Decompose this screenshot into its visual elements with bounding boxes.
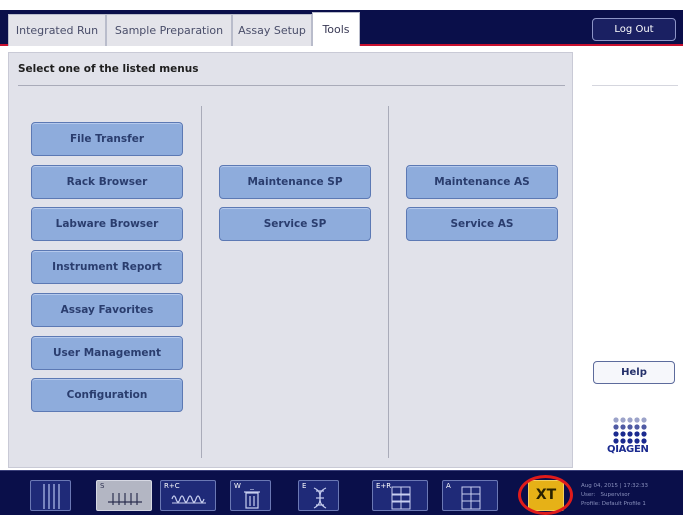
module-letter: S [100, 482, 105, 490]
module-letter: A [446, 482, 451, 490]
module-letter: R+C [164, 482, 180, 490]
configuration-button[interactable]: Configuration [31, 378, 183, 412]
service-as-button[interactable]: Service AS [406, 207, 558, 241]
side-divider [592, 85, 678, 86]
column-divider-2 [388, 106, 389, 458]
column-divider-1 [201, 106, 202, 458]
rack-browser-button[interactable]: Rack Browser [31, 165, 183, 199]
assay-favorites-button[interactable]: Assay Favorites [31, 293, 183, 327]
status-user-value: Supervisor [600, 492, 630, 498]
waste-bin-icon [244, 489, 260, 509]
page-title: Select one of the listed menus [18, 63, 199, 75]
maintenance-as-button[interactable]: Maintenance AS [406, 165, 558, 199]
module-waste[interactable]: W [230, 480, 271, 511]
tab-assay-setup[interactable]: Assay Setup [232, 14, 312, 46]
module-letter: E+R [376, 482, 392, 490]
status-profile-label: Profile: [581, 501, 600, 507]
status-info: Aug 04, 2015 | 17:32:33 User: Supervisor… [581, 482, 648, 509]
log-out-button[interactable]: Log Out [592, 18, 676, 41]
tab-tools[interactable]: Tools [312, 12, 360, 46]
module-letter: W [234, 482, 241, 490]
module-reagents[interactable]: R+C [160, 480, 216, 511]
module-assay[interactable]: A [442, 480, 498, 511]
module-rack[interactable] [30, 480, 71, 511]
service-sp-button[interactable]: Service SP [219, 207, 371, 241]
status-profile: Profile: Default Profile 1 [581, 500, 648, 509]
title-divider [18, 85, 565, 86]
rack-icon [43, 484, 60, 509]
module-extraction[interactable]: E [298, 480, 339, 511]
qiagen-logo-text: QIAGEN [607, 444, 649, 455]
labware-browser-button[interactable]: Labware Browser [31, 207, 183, 241]
module-letter: E [302, 482, 307, 490]
tab-sample-preparation[interactable]: Sample Preparation [106, 14, 232, 46]
file-transfer-button[interactable]: File Transfer [31, 122, 183, 156]
status-datetime: Aug 04, 2015 | 17:32:33 [581, 483, 649, 489]
module-eluate[interactable]: E+R [372, 480, 428, 511]
user-management-button[interactable]: User Management [31, 336, 183, 370]
dna-icon [313, 487, 327, 509]
tab-integrated-run[interactable]: Integrated Run [8, 14, 106, 46]
side-panel [578, 52, 683, 468]
bottom-bar-divider [0, 470, 683, 471]
tools-screen: Integrated Run Sample Preparation Assay … [0, 0, 683, 515]
sample-tubes-icon [108, 493, 142, 505]
module-samples[interactable]: S [96, 480, 152, 511]
help-button[interactable]: Help [593, 361, 675, 384]
eluate-plates-icon [391, 486, 411, 510]
instrument-report-button[interactable]: Instrument Report [31, 250, 183, 284]
assay-plate-icon [461, 486, 481, 510]
status-user-label: User: [581, 492, 596, 498]
reagent-tubes-icon [171, 495, 206, 504]
highlight-circle [518, 475, 573, 515]
status-profile-value: Default Profile 1 [601, 501, 646, 507]
status-user: User: Supervisor [581, 491, 648, 500]
maintenance-sp-button[interactable]: Maintenance SP [219, 165, 371, 199]
